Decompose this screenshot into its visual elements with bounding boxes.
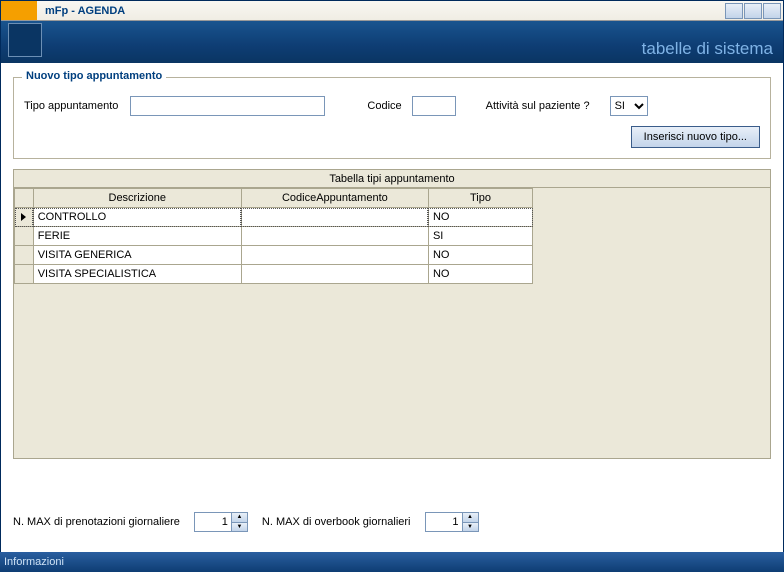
cell-tipo[interactable]: NO bbox=[428, 208, 532, 227]
cell-codice[interactable] bbox=[241, 265, 428, 284]
spinner-down-icon[interactable]: ▼ bbox=[463, 523, 478, 532]
tipo-input[interactable] bbox=[130, 96, 325, 116]
row-indicator-cell bbox=[15, 227, 34, 246]
col-descrizione[interactable]: Descrizione bbox=[33, 189, 241, 208]
spinner-up-icon[interactable]: ▲ bbox=[463, 513, 478, 523]
max-over-label: N. MAX di overbook giornalieri bbox=[262, 516, 411, 528]
spinner-down-icon[interactable]: ▼ bbox=[232, 523, 247, 532]
statusbar: Informazioni bbox=[0, 552, 784, 572]
status-text: Informazioni bbox=[4, 556, 64, 568]
attivita-label: Attività sul paziente ? bbox=[486, 100, 590, 112]
table-title: Tabella tipi appuntamento bbox=[14, 170, 770, 188]
row-indicator-cell bbox=[15, 265, 34, 284]
cell-tipo[interactable]: NO bbox=[428, 246, 532, 265]
col-tipo[interactable]: Tipo bbox=[428, 189, 532, 208]
row-header-blank bbox=[15, 189, 34, 208]
row-indicator-cell bbox=[15, 246, 34, 265]
cell-codice[interactable] bbox=[241, 208, 428, 227]
header-logo-placeholder bbox=[8, 23, 42, 57]
spinner-up-icon[interactable]: ▲ bbox=[232, 513, 247, 523]
codice-input[interactable] bbox=[412, 96, 456, 116]
table-row[interactable]: CONTROLLO NO bbox=[15, 208, 533, 227]
cell-descr[interactable]: VISITA SPECIALISTICA bbox=[33, 265, 241, 284]
page-subtitle: tabelle di sistema bbox=[642, 39, 773, 59]
maximize-button[interactable] bbox=[744, 3, 762, 19]
form-row: Tipo appuntamento Codice Attività sul pa… bbox=[24, 96, 760, 116]
groupbox-legend: Nuovo tipo appuntamento bbox=[22, 70, 166, 82]
codice-label: Codice bbox=[367, 100, 401, 112]
close-button[interactable] bbox=[763, 3, 781, 19]
cell-descr[interactable]: VISITA GENERICA bbox=[33, 246, 241, 265]
insert-new-type-button[interactable]: Inserisci nuovo tipo... bbox=[631, 126, 760, 148]
cell-tipo[interactable]: SI bbox=[428, 227, 532, 246]
table-row[interactable]: FERIE SI bbox=[15, 227, 533, 246]
table-panel: Tabella tipi appuntamento Descrizione Co… bbox=[13, 169, 771, 459]
max-pren-label: N. MAX di prenotazioni giornaliere bbox=[13, 516, 180, 528]
attivita-select[interactable]: SI NO bbox=[610, 96, 648, 116]
window-controls bbox=[724, 3, 781, 19]
titlebar: mFp - AGENDA bbox=[1, 1, 783, 21]
minimize-button[interactable] bbox=[725, 3, 743, 19]
col-codice[interactable]: CodiceAppuntamento bbox=[241, 189, 428, 208]
bottom-controls: N. MAX di prenotazioni giornaliere ▲ ▼ N… bbox=[13, 512, 479, 532]
cell-descr[interactable]: FERIE bbox=[33, 227, 241, 246]
header-bar: tabelle di sistema bbox=[1, 21, 783, 63]
max-over-spinner[interactable]: ▲ ▼ bbox=[425, 512, 479, 532]
titlebar-accent bbox=[1, 1, 37, 20]
row-indicator-cell bbox=[15, 208, 34, 227]
window-title: mFp - AGENDA bbox=[37, 5, 125, 17]
content-area: Nuovo tipo appuntamento Tipo appuntament… bbox=[1, 63, 783, 550]
table-row[interactable]: VISITA SPECIALISTICA NO bbox=[15, 265, 533, 284]
tipo-label: Tipo appuntamento bbox=[24, 100, 118, 112]
current-row-indicator-icon bbox=[21, 213, 26, 221]
types-table[interactable]: Descrizione CodiceAppuntamento Tipo CONT… bbox=[14, 188, 533, 284]
cell-codice[interactable] bbox=[241, 246, 428, 265]
max-pren-input[interactable] bbox=[195, 513, 231, 531]
new-type-groupbox: Nuovo tipo appuntamento Tipo appuntament… bbox=[13, 77, 771, 159]
cell-descr[interactable]: CONTROLLO bbox=[33, 208, 241, 227]
table-row[interactable]: VISITA GENERICA NO bbox=[15, 246, 533, 265]
max-over-input[interactable] bbox=[426, 513, 462, 531]
max-pren-spinner[interactable]: ▲ ▼ bbox=[194, 512, 248, 532]
cell-codice[interactable] bbox=[241, 227, 428, 246]
cell-tipo[interactable]: NO bbox=[428, 265, 532, 284]
